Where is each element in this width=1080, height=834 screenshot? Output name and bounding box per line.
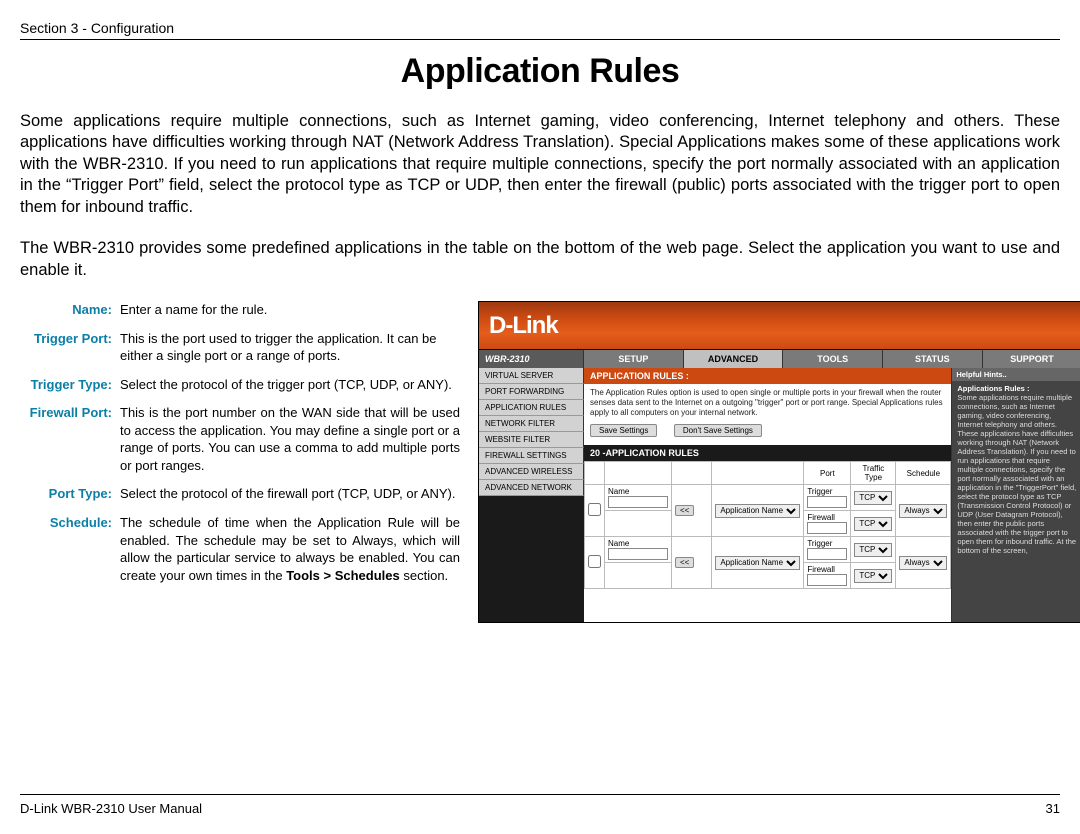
- trigger-port-input[interactable]: [807, 548, 847, 560]
- intro-paragraph-1: Some applications require multiple conne…: [20, 111, 1060, 218]
- dont-save-button[interactable]: Don't Save Settings: [674, 424, 762, 437]
- router-main: APPLICATION RULES : The Application Rule…: [584, 368, 952, 622]
- copy-button[interactable]: <<: [675, 557, 694, 568]
- tab-setup[interactable]: SETUP: [584, 350, 684, 368]
- router-screenshot: D-Link WBR-2310 SETUP ADVANCED TOOLS STA…: [478, 301, 1080, 623]
- model-label: WBR-2310: [479, 350, 584, 368]
- help-subtitle: Applications Rules :: [957, 384, 1029, 393]
- def-schedule-desc-bold: Tools > Schedules: [286, 568, 400, 583]
- def-porttype-desc: Select the protocol of the firewall port…: [120, 485, 460, 514]
- row-firewall-label: Firewall: [807, 565, 835, 574]
- field-definitions: Name: Enter a name for the rule. Trigger…: [20, 301, 460, 623]
- application-select[interactable]: Application Name: [715, 556, 800, 570]
- def-schedule-term: Schedule:: [20, 514, 120, 595]
- def-porttype-term: Port Type:: [20, 485, 120, 514]
- intro-paragraph-2: The WBR-2310 provides some predefined ap…: [20, 238, 1060, 281]
- trigger-type-select[interactable]: TCP: [854, 491, 892, 505]
- th-schedule: Schedule: [896, 462, 951, 485]
- def-triggerport-term: Trigger Port:: [20, 330, 120, 376]
- sidebar-item-network-filter[interactable]: NETWORK FILTER: [479, 416, 584, 432]
- copy-button[interactable]: <<: [675, 505, 694, 516]
- sidebar-item-website-filter[interactable]: WEBSITE FILTER: [479, 432, 584, 448]
- tab-tools[interactable]: TOOLS: [783, 350, 883, 368]
- footer-page-number: 31: [1046, 801, 1060, 816]
- def-name-desc: Enter a name for the rule.: [120, 301, 460, 330]
- section-header: Section 3 - Configuration: [20, 20, 1060, 40]
- def-triggertype-term: Trigger Type:: [20, 376, 120, 405]
- sidebar-item-port-forwarding[interactable]: PORT FORWARDING: [479, 384, 584, 400]
- def-name-term: Name:: [20, 301, 120, 330]
- tab-advanced[interactable]: ADVANCED: [684, 350, 784, 368]
- def-firewallport-term: Firewall Port:: [20, 404, 120, 485]
- def-schedule-desc: The schedule of time when the Applicatio…: [120, 514, 460, 595]
- table-row: Name << Application Name Trigger TCP Alw…: [585, 485, 951, 511]
- sidebar-item-firewall-settings[interactable]: FIREWALL SETTINGS: [479, 448, 584, 464]
- row-trigger-label: Trigger: [807, 539, 832, 548]
- panel-title: APPLICATION RULES :: [584, 368, 951, 384]
- footer-left: D-Link WBR-2310 User Manual: [20, 801, 202, 816]
- sidebar-item-application-rules[interactable]: APPLICATION RULES: [479, 400, 584, 416]
- table-row: Name << Application Name Trigger TCP Alw…: [585, 537, 951, 563]
- trigger-port-input[interactable]: [807, 496, 847, 508]
- row-name-label: Name: [608, 539, 629, 548]
- tab-status[interactable]: STATUS: [883, 350, 983, 368]
- router-tabs: WBR-2310 SETUP ADVANCED TOOLS STATUS SUP…: [479, 350, 1080, 368]
- def-triggerport-desc: This is the port used to trigger the app…: [120, 330, 460, 376]
- def-triggertype-desc: Select the protocol of the trigger port …: [120, 376, 460, 405]
- application-select[interactable]: Application Name: [715, 504, 800, 518]
- sidebar-item-virtual-server[interactable]: VIRTUAL SERVER: [479, 368, 584, 384]
- def-schedule-desc-2: section.: [400, 568, 448, 583]
- rule-name-input[interactable]: [608, 548, 668, 560]
- sidebar-item-advanced-network[interactable]: ADVANCED NETWORK: [479, 480, 584, 496]
- th-port: Port: [804, 462, 851, 485]
- firewall-type-select[interactable]: TCP: [854, 517, 892, 531]
- tab-support[interactable]: SUPPORT: [983, 350, 1080, 368]
- row-name-label: Name: [608, 487, 629, 496]
- trigger-type-select[interactable]: TCP: [854, 543, 892, 557]
- panel-description: The Application Rules option is used to …: [584, 384, 951, 424]
- help-title: Helpful Hints..: [952, 368, 1080, 381]
- page-footer: D-Link WBR-2310 User Manual 31: [20, 794, 1060, 816]
- rule-name-input[interactable]: [608, 496, 668, 508]
- router-banner: D-Link: [479, 302, 1080, 350]
- router-sidebar: VIRTUAL SERVER PORT FORWARDING APPLICATI…: [479, 368, 584, 622]
- schedule-select[interactable]: Always: [899, 556, 947, 570]
- rule-checkbox[interactable]: [588, 555, 601, 568]
- rule-checkbox[interactable]: [588, 503, 601, 516]
- firewall-type-select[interactable]: TCP: [854, 569, 892, 583]
- th-traffic: Traffic Type: [851, 462, 896, 485]
- help-body: Some applications require multiple conne…: [957, 393, 1076, 555]
- sidebar-item-advanced-wireless[interactable]: ADVANCED WIRELESS: [479, 464, 584, 480]
- brand-logo: D-Link: [489, 312, 558, 340]
- def-firewallport-desc: This is the port number on the WAN side …: [120, 404, 460, 485]
- save-button[interactable]: Save Settings: [590, 424, 657, 437]
- row-trigger-label: Trigger: [807, 487, 832, 496]
- helpful-hints-panel: Helpful Hints.. Applications Rules : Som…: [952, 368, 1080, 622]
- rules-table: Port Traffic Type Schedule Name << Appli…: [584, 461, 951, 589]
- page-title: Application Rules: [20, 52, 1060, 91]
- row-firewall-label: Firewall: [807, 513, 835, 522]
- schedule-select[interactable]: Always: [899, 504, 947, 518]
- firewall-port-input[interactable]: [807, 522, 847, 534]
- rules-section-title: 20 -APPLICATION RULES: [584, 445, 951, 461]
- firewall-port-input[interactable]: [807, 574, 847, 586]
